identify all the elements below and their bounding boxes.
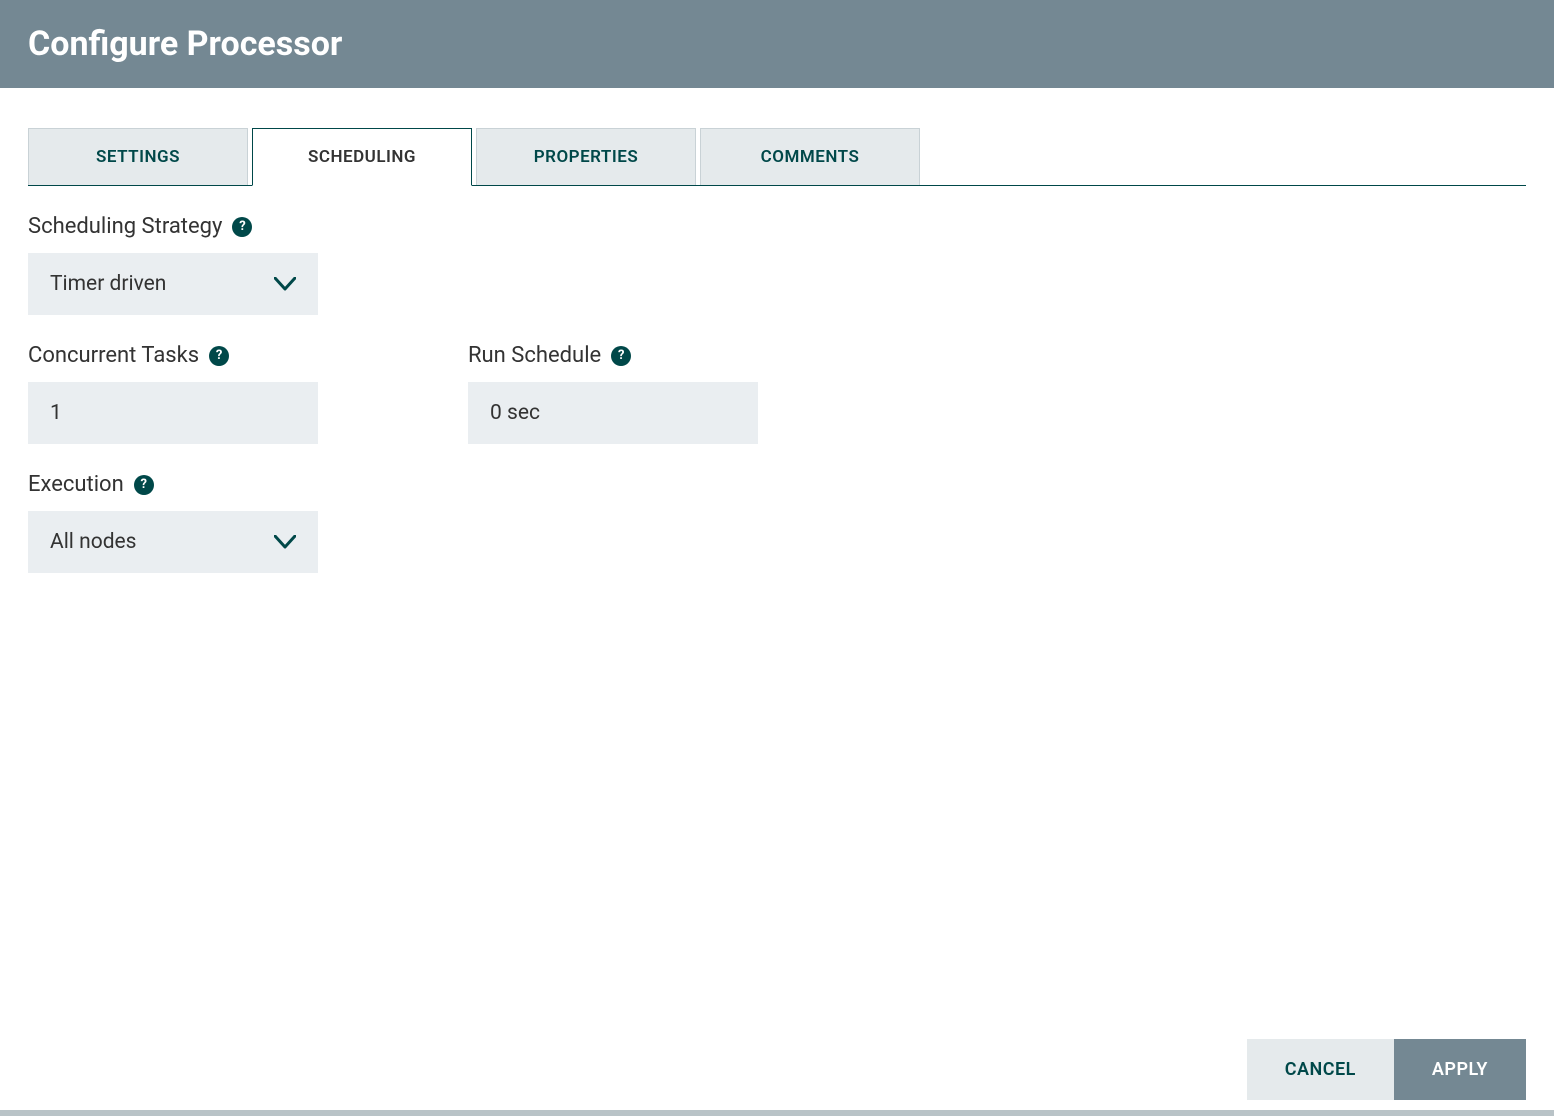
scheduling-strategy-label: Scheduling Strategy	[28, 214, 222, 239]
run-schedule-label: Run Schedule	[468, 343, 601, 368]
cancel-button[interactable]: CANCEL	[1247, 1039, 1394, 1100]
tab-bar: SETTINGS SCHEDULING PROPERTIES COMMENTS	[28, 128, 1526, 186]
dialog-content: SETTINGS SCHEDULING PROPERTIES COMMENTS …	[0, 88, 1554, 1039]
help-icon[interactable]: ?	[611, 346, 631, 366]
help-icon[interactable]: ?	[209, 346, 229, 366]
run-schedule-input[interactable]	[468, 382, 758, 444]
scheduling-form: Scheduling Strategy ? Timer driven Conc	[28, 186, 1526, 1039]
concurrent-tasks-label: Concurrent Tasks	[28, 343, 199, 368]
scheduling-strategy-field: Scheduling Strategy ? Timer driven	[28, 214, 318, 315]
scheduling-strategy-select[interactable]: Timer driven	[28, 253, 318, 315]
execution-label: Execution	[28, 472, 124, 497]
tab-scheduling[interactable]: SCHEDULING	[252, 128, 472, 186]
run-schedule-field: Run Schedule ?	[468, 343, 758, 444]
chevron-down-icon	[274, 277, 296, 291]
execution-value: All nodes	[50, 530, 137, 554]
dialog-header: Configure Processor	[0, 0, 1554, 88]
tab-comments[interactable]: COMMENTS	[700, 128, 920, 185]
dialog-footer: CANCEL APPLY	[0, 1039, 1554, 1110]
concurrent-tasks-field: Concurrent Tasks ?	[28, 343, 318, 444]
configure-processor-dialog: Configure Processor SETTINGS SCHEDULING …	[0, 0, 1554, 1116]
scheduling-strategy-value: Timer driven	[50, 272, 166, 296]
execution-field: Execution ? All nodes	[28, 472, 318, 573]
help-icon[interactable]: ?	[232, 217, 252, 237]
dialog-title: Configure Processor	[28, 24, 1526, 64]
help-icon[interactable]: ?	[134, 475, 154, 495]
chevron-down-icon	[274, 535, 296, 549]
apply-button[interactable]: APPLY	[1394, 1039, 1526, 1100]
concurrent-tasks-input[interactable]	[28, 382, 318, 444]
tab-settings[interactable]: SETTINGS	[28, 128, 248, 185]
execution-select[interactable]: All nodes	[28, 511, 318, 573]
tab-properties[interactable]: PROPERTIES	[476, 128, 696, 185]
